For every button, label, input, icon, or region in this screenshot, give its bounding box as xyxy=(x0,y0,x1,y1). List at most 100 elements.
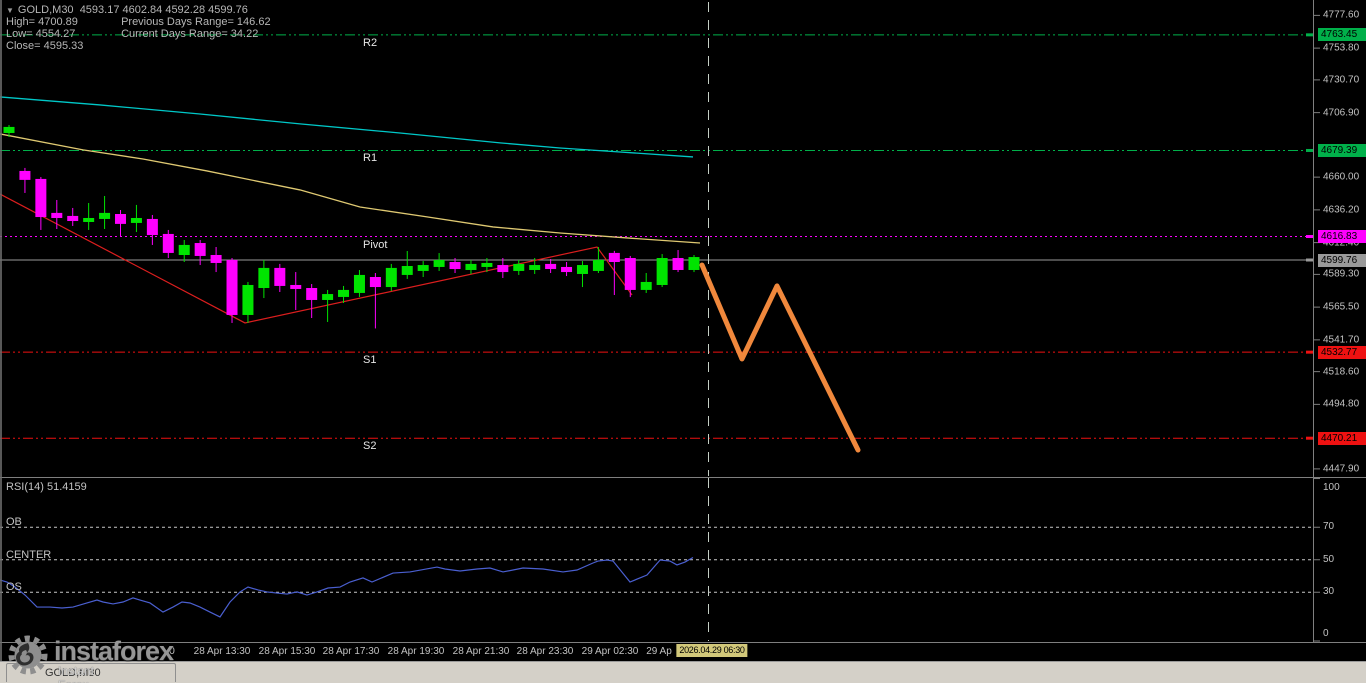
curr-range-label: Current Days Range= 34.22 xyxy=(121,28,259,40)
high-label: High= 4700.89 xyxy=(6,16,78,28)
candle-body xyxy=(306,288,318,300)
rsi-tick-label: 70 xyxy=(1323,521,1335,533)
candle-body xyxy=(115,214,127,224)
chart-quote: 4593.17 4602.84 4592.28 4599.76 xyxy=(79,4,248,16)
candle-body xyxy=(385,267,397,288)
price-badge-4532.77: 4532.77 xyxy=(1318,345,1366,359)
candle-body xyxy=(19,170,31,180)
time-highlight-box: 2026.04.29 06:30 xyxy=(676,644,748,657)
candle-body xyxy=(178,244,190,255)
symbol-dropdown-icon[interactable]: ▼ xyxy=(6,6,14,15)
price-tick-label: 4706.90 xyxy=(1323,107,1360,119)
chart-symbol-title: GOLD,M30 xyxy=(17,4,74,16)
level-label-s2: S2 xyxy=(363,440,377,453)
candle-body xyxy=(130,217,142,223)
ma-cyan-line xyxy=(0,96,694,158)
price-badge-4679.39: 4679.39 xyxy=(1318,143,1366,157)
candle-body xyxy=(656,258,668,285)
window-left-border xyxy=(0,0,2,661)
level-label-s1: S1 xyxy=(363,354,377,367)
candle-body xyxy=(465,263,477,270)
rsi-level-label-center: CENTER xyxy=(6,548,52,561)
candle-body xyxy=(529,265,541,270)
candle-body xyxy=(497,265,509,273)
candle-body xyxy=(162,233,174,253)
rsi-tick-label: 100 xyxy=(1323,481,1340,493)
price-tick-label: 4494.80 xyxy=(1323,398,1360,410)
candle-body xyxy=(51,212,63,218)
level-label-r1: R1 xyxy=(363,152,378,165)
price-tick-label: 4730.70 xyxy=(1323,74,1360,86)
instaforex-gear-icon xyxy=(8,635,48,675)
time-axis-label: 28 Apr 19:30 xyxy=(387,646,445,657)
price-badge-4599.76: 4599.76 xyxy=(1318,253,1366,267)
price-badge-4616.83: 4616.83 xyxy=(1318,230,1366,244)
price-tick-label: 4753.80 xyxy=(1323,42,1360,54)
time-axis-label: 28 Apr 17:30 xyxy=(322,646,380,657)
candle-body xyxy=(561,266,573,273)
candle-body xyxy=(146,218,158,236)
rsi-level-label-os: OS xyxy=(6,581,22,594)
rsi-tick-label: 30 xyxy=(1323,586,1335,598)
candle-body xyxy=(338,289,350,297)
price-tick-label: 4660.00 xyxy=(1323,171,1360,183)
chart-info-block: ▼ GOLD,M30 4593.17 4602.84 4592.28 4599.7… xyxy=(6,4,271,52)
time-axis-label: 28 Apr 13:30 xyxy=(193,646,251,657)
price-tick-label: 4565.50 xyxy=(1323,301,1360,313)
level-label-pivot: Pivot xyxy=(363,238,388,251)
candle-body xyxy=(401,265,413,275)
rsi-line xyxy=(0,556,694,618)
candle-body xyxy=(35,178,47,218)
candle-body xyxy=(672,258,684,270)
chart-canvas[interactable] xyxy=(0,0,1366,683)
candle-body xyxy=(481,262,493,267)
candle-body xyxy=(417,265,429,271)
price-tick-label: 4541.70 xyxy=(1323,334,1360,346)
candle-body xyxy=(353,274,365,293)
rsi-tick-label: 50 xyxy=(1323,553,1335,565)
low-label: Low= 4554.27 xyxy=(6,28,76,40)
candle-body xyxy=(449,262,461,270)
candle-body xyxy=(242,284,254,315)
candle-body xyxy=(688,257,700,270)
candle-body xyxy=(608,252,620,263)
time-axis-label: 29 Ap xyxy=(646,646,672,657)
price-tick-label: 4777.60 xyxy=(1323,9,1360,21)
candle-body xyxy=(640,281,652,290)
candle-body xyxy=(545,263,557,270)
chart-tab-bar xyxy=(0,661,1366,683)
candle-body xyxy=(258,267,270,289)
time-axis-label: 28 Apr 23:30 xyxy=(516,646,574,657)
candle-body xyxy=(290,284,302,289)
candle-body xyxy=(624,258,636,290)
price-tick-label: 4636.20 xyxy=(1323,204,1360,216)
candle-body xyxy=(513,263,525,271)
time-axis-label: 28 Apr 21:30 xyxy=(452,646,510,657)
rsi-level-label-ob: OB xyxy=(6,516,22,529)
forecast-arrow-line xyxy=(699,262,861,453)
candle-body xyxy=(274,267,286,286)
candle-body xyxy=(226,259,238,315)
price-tick-label: 4447.90 xyxy=(1323,463,1360,475)
zigzag-line xyxy=(0,193,633,324)
mt4-chart-window: ▼ GOLD,M30 4593.17 4602.84 4592.28 4599.7… xyxy=(0,0,1366,683)
price-tick-label: 4589.30 xyxy=(1323,268,1360,280)
level-label-r2: R2 xyxy=(363,36,378,49)
candle-body xyxy=(83,217,95,222)
watermark-tagline-text: Instant Forex Trading xyxy=(58,664,95,683)
candle-body xyxy=(592,259,604,271)
time-axis-label: 29 Apr 02:30 xyxy=(581,646,639,657)
watermark-brand-text: instaforex xyxy=(54,636,174,666)
rsi-indicator-label: RSI(14) 51.4159 xyxy=(6,481,87,493)
rsi-tick-label: 0 xyxy=(1323,628,1329,639)
close-label: Close= 4595.33 xyxy=(6,40,84,52)
candle-body xyxy=(576,265,588,274)
instaforex-watermark: instaforex Instant Forex Trading xyxy=(4,630,174,683)
price-badge-4763.45: 4763.45 xyxy=(1318,28,1366,42)
candle-body xyxy=(3,126,15,133)
price-tick-label: 4518.60 xyxy=(1323,366,1360,378)
candle-body xyxy=(433,259,445,267)
price-badge-4470.21: 4470.21 xyxy=(1318,431,1366,445)
candle-body xyxy=(369,277,381,288)
candle-body xyxy=(194,243,206,256)
